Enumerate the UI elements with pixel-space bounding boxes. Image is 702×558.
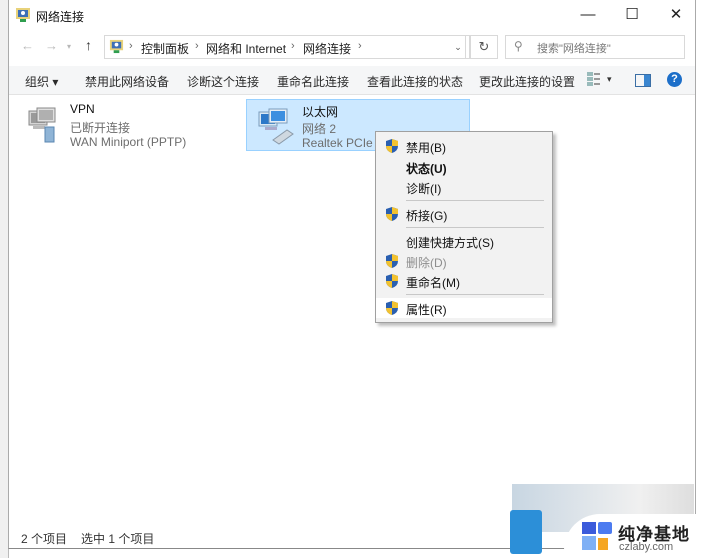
address-history-dropdown[interactable]: ⌄ [447, 35, 470, 59]
back-arrow-icon[interactable]: ← [21, 38, 34, 53]
refresh-button[interactable]: ↻ [470, 35, 498, 59]
search-placeholder: 搜索"网络连接" [537, 43, 611, 55]
uac-shield-icon [386, 207, 398, 221]
uac-shield-icon [386, 254, 398, 268]
menu-item-label: 属性(R) [406, 303, 447, 317]
connection-status: 网络 2 [302, 122, 337, 136]
search-icon: ⚲ [514, 39, 523, 53]
diagnose-connection-button[interactable]: 诊断这个连接 [187, 73, 259, 90]
menu-separator [406, 227, 544, 228]
connections-list: VPN 已断开连接 WAN Miniport (PPTP) 以太网 网络 2 R… [9, 95, 695, 526]
ethernet-connection-icon [258, 108, 294, 145]
watermark-logo-icon [582, 522, 612, 550]
menu-item-delete: 删除(D) [376, 251, 552, 271]
watermark-blue-block [510, 510, 542, 554]
network-connections-window: 网络连接 — ☐ ✕ ← → ▾ ↑ › 控制面板 › 网络和 Internet… [8, 0, 696, 549]
up-arrow-icon[interactable]: ↑ [85, 37, 92, 53]
context-menu: 禁用(B) 状态(U) 诊断(I) 桥接(G) 创建快捷方式(S) 删除(D) … [375, 131, 553, 323]
control-panel-icon [109, 39, 124, 54]
minimize-button[interactable]: — [571, 0, 605, 30]
help-icon[interactable]: ? [667, 72, 682, 87]
recent-locations-dropdown-icon[interactable]: ▾ [67, 42, 71, 51]
window-title: 网络连接 [36, 10, 85, 24]
network-connections-icon [16, 8, 30, 22]
menu-item-rename[interactable]: 重命名(M) [376, 271, 552, 291]
selected-count: 选中 1 个项目 [81, 532, 155, 546]
disable-device-button[interactable]: 禁用此网络设备 [85, 73, 169, 90]
menu-separator [406, 200, 544, 201]
connection-device: WAN Miniport (PPTP) [70, 135, 187, 149]
uac-shield-icon [386, 274, 398, 288]
site-watermark: 纯净基地 czlaby.com [510, 480, 702, 558]
view-options-dropdown[interactable]: ▾ [607, 74, 612, 85]
connection-name: VPN [70, 102, 95, 116]
menu-item-disable[interactable]: 禁用(B) [376, 136, 552, 156]
maximize-button[interactable]: ☐ [615, 0, 649, 30]
menu-item-label: 删除(D) [406, 256, 447, 270]
change-settings-button[interactable]: 更改此连接的设置 [479, 73, 575, 90]
close-button[interactable]: ✕ [659, 0, 693, 30]
command-bar: 组织 ▾ 禁用此网络设备 诊断这个连接 重命名此连接 查看此连接的状态 更改此连… [9, 66, 695, 95]
uac-shield-icon [386, 139, 398, 153]
menu-item-bridge[interactable]: 桥接(G) [376, 204, 552, 224]
breadcrumb-separator: › [129, 40, 133, 52]
menu-item-label: 重命名(M) [406, 276, 460, 290]
menu-item-diagnose[interactable]: 诊断(I) [376, 177, 552, 197]
breadcrumb-control-panel[interactable]: 控制面板 [141, 40, 189, 57]
menu-item-label: 诊断(I) [406, 182, 442, 196]
rename-connection-button[interactable]: 重命名此连接 [277, 73, 349, 90]
forward-arrow-icon[interactable]: → [45, 38, 58, 53]
view-status-button[interactable]: 查看此连接的状态 [367, 73, 463, 90]
watermark-url: czlaby.com [619, 541, 674, 553]
navigation-bar: ← → ▾ ↑ › 控制面板 › 网络和 Internet › 网络连接 › ⌄… [9, 31, 695, 61]
connection-name: 以太网 [302, 105, 339, 119]
connection-item-vpn[interactable]: VPN 已断开连接 WAN Miniport (PPTP) [15, 99, 240, 149]
menu-item-status[interactable]: 状态(U) [376, 157, 552, 177]
title-bar[interactable]: 网络连接 — ☐ ✕ [9, 0, 695, 30]
menu-item-label: 创建快捷方式(S) [406, 236, 494, 250]
organize-menu[interactable]: 组织 ▾ [25, 73, 58, 90]
address-bar[interactable]: › 控制面板 › 网络和 Internet › 网络连接 › [104, 35, 466, 59]
menu-item-label: 桥接(G) [406, 209, 448, 223]
view-options-icon[interactable] [587, 72, 601, 86]
menu-item-label: 状态(U) [406, 162, 447, 176]
menu-item-properties[interactable]: 属性(R) [376, 298, 552, 318]
breadcrumb-network-internet[interactable]: 网络和 Internet [206, 40, 286, 57]
preview-pane-icon[interactable] [635, 74, 651, 87]
breadcrumb-network-connections[interactable]: 网络连接 [303, 40, 351, 57]
item-count: 2 个项目 [21, 532, 68, 546]
uac-shield-icon [386, 301, 398, 315]
menu-item-label: 禁用(B) [406, 141, 446, 155]
search-box[interactable]: ⚲ 搜索"网络连接" [505, 35, 685, 59]
connection-device: Realtek PCIe GbE Family Controller [302, 136, 380, 150]
breadcrumb-separator[interactable]: › [358, 40, 362, 52]
menu-item-create-shortcut[interactable]: 创建快捷方式(S) [376, 231, 552, 251]
connection-status: 已断开连接 [70, 121, 131, 135]
menu-separator [406, 294, 544, 295]
vpn-connection-icon [28, 107, 56, 143]
breadcrumb-separator[interactable]: › [195, 40, 199, 52]
breadcrumb-separator[interactable]: › [291, 40, 295, 52]
